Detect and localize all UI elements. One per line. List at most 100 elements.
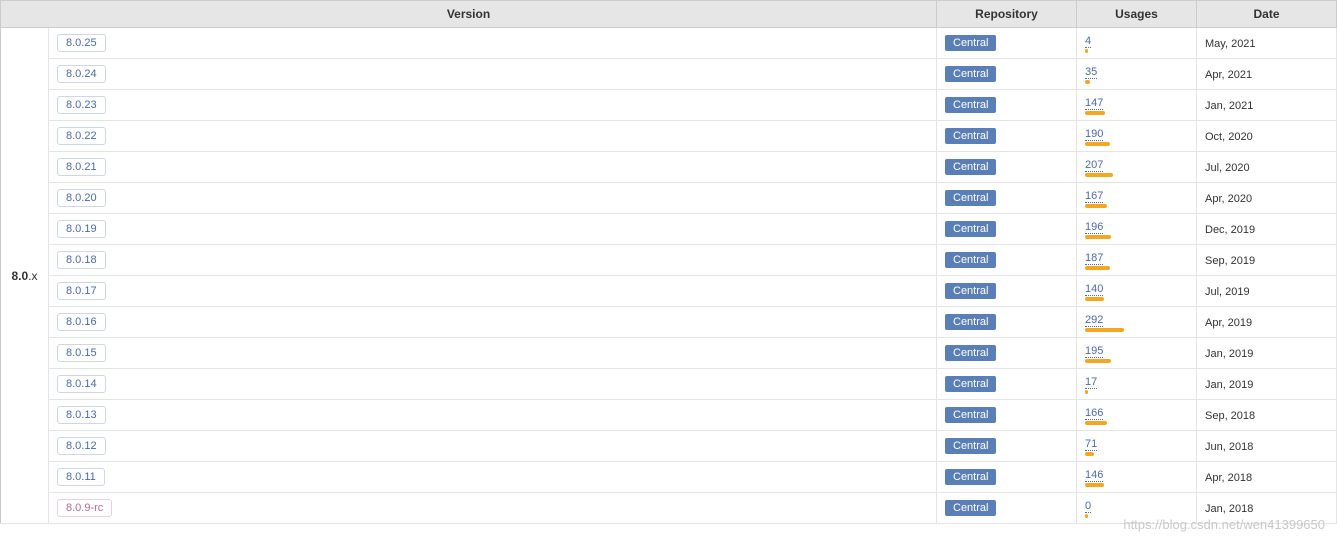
repository-badge[interactable]: Central <box>945 128 996 144</box>
usages-bar <box>1085 235 1111 239</box>
header-version: Version <box>1 1 937 28</box>
usages-link[interactable]: 167 <box>1085 190 1103 203</box>
version-group-prefix: 8.0 <box>11 269 28 283</box>
table-row: 8.0.14 Central 17 Jan, 2019 <box>1 369 1337 400</box>
repository-badge[interactable]: Central <box>945 97 996 113</box>
usages-link[interactable]: 207 <box>1085 159 1103 172</box>
version-cell: 8.0.25 <box>49 28 937 59</box>
date-text: Apr, 2018 <box>1205 472 1252 484</box>
usages-bar <box>1085 390 1088 394</box>
usages-bar <box>1085 483 1104 487</box>
version-link[interactable]: 8.0.14 <box>57 375 106 393</box>
repository-badge[interactable]: Central <box>945 407 996 423</box>
date-text: Sep, 2018 <box>1205 410 1255 422</box>
repository-badge[interactable]: Central <box>945 438 996 454</box>
usages-link[interactable]: 195 <box>1085 345 1103 358</box>
usages-cell: 146 <box>1077 462 1197 493</box>
usages-link[interactable]: 4 <box>1085 35 1091 48</box>
date-text: Jul, 2020 <box>1205 162 1250 174</box>
version-link[interactable]: 8.0.21 <box>57 158 106 176</box>
version-link[interactable]: 8.0.25 <box>57 34 106 52</box>
date-text: Jan, 2019 <box>1205 379 1253 391</box>
version-link[interactable]: 8.0.18 <box>57 251 106 269</box>
version-link[interactable]: 8.0.15 <box>57 344 106 362</box>
repository-badge[interactable]: Central <box>945 66 996 82</box>
repository-badge[interactable]: Central <box>945 500 996 516</box>
version-link[interactable]: 8.0.19 <box>57 220 106 238</box>
usages-link[interactable]: 292 <box>1085 314 1103 327</box>
repository-cell: Central <box>937 28 1077 59</box>
table-row: 8.0.20 Central 167 Apr, 2020 <box>1 183 1337 214</box>
version-cell: 8.0.13 <box>49 400 937 431</box>
usages-bar <box>1085 328 1124 332</box>
date-text: Jan, 2021 <box>1205 100 1253 112</box>
date-cell: Jan, 2018 <box>1197 493 1337 524</box>
date-cell: Oct, 2020 <box>1197 121 1337 152</box>
usages-bar <box>1085 80 1090 84</box>
header-usages: Usages <box>1077 1 1197 28</box>
usages-link[interactable]: 0 <box>1085 500 1091 513</box>
date-cell: Apr, 2021 <box>1197 59 1337 90</box>
repository-badge[interactable]: Central <box>945 190 996 206</box>
repository-cell: Central <box>937 245 1077 276</box>
usages-link[interactable]: 166 <box>1085 407 1103 420</box>
repository-badge[interactable]: Central <box>945 376 996 392</box>
usages-cell: 166 <box>1077 400 1197 431</box>
version-link[interactable]: 8.0.17 <box>57 282 106 300</box>
date-cell: Jan, 2019 <box>1197 369 1337 400</box>
repository-badge[interactable]: Central <box>945 345 996 361</box>
usages-cell: 4 <box>1077 28 1197 59</box>
usages-cell: 196 <box>1077 214 1197 245</box>
usages-link[interactable]: 71 <box>1085 438 1097 451</box>
usages-link[interactable]: 146 <box>1085 469 1103 482</box>
date-cell: Sep, 2019 <box>1197 245 1337 276</box>
version-link[interactable]: 8.0.20 <box>57 189 106 207</box>
usages-link[interactable]: 196 <box>1085 221 1103 234</box>
version-cell: 8.0.19 <box>49 214 937 245</box>
version-cell: 8.0.22 <box>49 121 937 152</box>
date-text: Apr, 2020 <box>1205 193 1252 205</box>
repository-badge[interactable]: Central <box>945 221 996 237</box>
table-row: 8.0.16 Central 292 Apr, 2019 <box>1 307 1337 338</box>
table-row: 8.0.24 Central 35 Apr, 2021 <box>1 59 1337 90</box>
version-cell: 8.0.21 <box>49 152 937 183</box>
version-link[interactable]: 8.0.13 <box>57 406 106 424</box>
repository-badge[interactable]: Central <box>945 159 996 175</box>
usages-bar <box>1085 111 1105 115</box>
version-link[interactable]: 8.0.22 <box>57 127 106 145</box>
repository-badge[interactable]: Central <box>945 35 996 51</box>
version-link[interactable]: 8.0.9-rc <box>57 499 112 517</box>
date-text: Sep, 2019 <box>1205 255 1255 267</box>
usages-cell: 195 <box>1077 338 1197 369</box>
usages-link[interactable]: 147 <box>1085 97 1103 110</box>
usages-bar <box>1085 173 1113 177</box>
header-date: Date <box>1197 1 1337 28</box>
version-link[interactable]: 8.0.23 <box>57 96 106 114</box>
repository-badge[interactable]: Central <box>945 283 996 299</box>
version-link[interactable]: 8.0.24 <box>57 65 106 83</box>
usages-cell: 187 <box>1077 245 1197 276</box>
date-text: Jan, 2018 <box>1205 503 1253 515</box>
repository-badge[interactable]: Central <box>945 469 996 485</box>
usages-link[interactable]: 187 <box>1085 252 1103 265</box>
usages-link[interactable]: 17 <box>1085 376 1097 389</box>
date-text: Jun, 2018 <box>1205 441 1253 453</box>
versions-table: Version Repository Usages Date 8.0.x8.0.… <box>0 0 1337 524</box>
version-link[interactable]: 8.0.12 <box>57 437 106 455</box>
table-row: 8.0.13 Central 166 Sep, 2018 <box>1 400 1337 431</box>
version-group-suffix: .x <box>28 269 37 283</box>
version-link[interactable]: 8.0.11 <box>57 468 105 486</box>
date-text: Apr, 2021 <box>1205 69 1252 81</box>
usages-link[interactable]: 190 <box>1085 128 1103 141</box>
repository-cell: Central <box>937 400 1077 431</box>
usages-link[interactable]: 140 <box>1085 283 1103 296</box>
repository-badge[interactable]: Central <box>945 252 996 268</box>
date-cell: Jun, 2018 <box>1197 431 1337 462</box>
repository-cell: Central <box>937 183 1077 214</box>
repository-badge[interactable]: Central <box>945 314 996 330</box>
date-cell: May, 2021 <box>1197 28 1337 59</box>
table-row: 8.0.11 Central 146 Apr, 2018 <box>1 462 1337 493</box>
date-text: Apr, 2019 <box>1205 317 1252 329</box>
usages-link[interactable]: 35 <box>1085 66 1097 79</box>
version-link[interactable]: 8.0.16 <box>57 313 106 331</box>
